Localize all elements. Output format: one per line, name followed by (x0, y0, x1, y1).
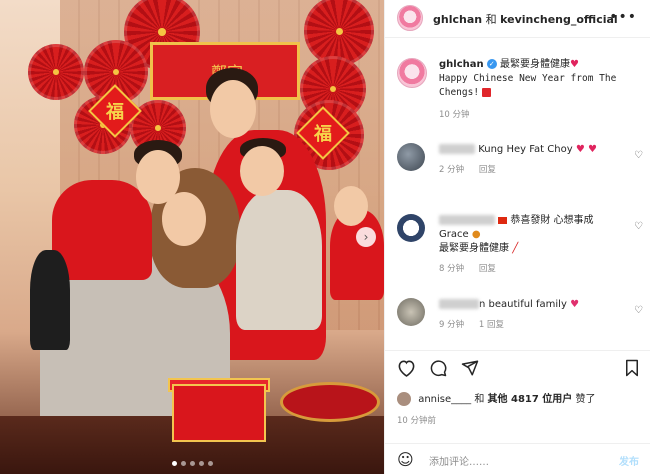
post-actions-bar (385, 350, 650, 384)
commenter-username-blurred[interactable] (439, 299, 479, 309)
commenter-username-blurred[interactable] (439, 215, 495, 225)
comment-time: 2 分钟 (439, 165, 465, 175)
post-caption: ghlchan ✓ 最緊要身體健康♥ Happy Chinese New Yea… (397, 58, 647, 122)
send-icon[interactable] (461, 359, 479, 377)
carousel-dot (180, 461, 186, 466)
post-photo[interactable]: 鄭宅 福 福 › (0, 0, 384, 474)
comment-item: n beautiful family ♥ 9 分钟 1 回复 ♡ (397, 298, 647, 332)
likes-count[interactable]: 其他 4817 位用户 (488, 394, 573, 405)
heart-emoji-icon: ♥ (570, 299, 580, 310)
tiger-emoji-icon: ● (471, 229, 481, 240)
comment-input[interactable]: 添加评论…… (429, 453, 489, 468)
comment-item: 恭喜發財 心想事成 Grace ● 最緊要身體健康 ╱ 8 分钟 回复 ♡ (397, 214, 647, 276)
candy-tray (280, 382, 380, 422)
caption-time: 10 分钟 (439, 110, 470, 120)
comment-text: Kung Hey Fat Choy (478, 144, 573, 155)
comment-time: 8 分钟 (439, 264, 465, 274)
post-side-panel: ghlchan 和 kevincheng_official ••• ghlcha… (384, 0, 650, 474)
red-heart-emoji-icon: ♥ (570, 59, 579, 70)
post-time: 10 分钟前 (397, 416, 437, 426)
red-heart-emoji-icon: ♥ (587, 144, 597, 155)
comment-like-heart-icon[interactable]: ♡ (634, 220, 643, 234)
gift-box (172, 384, 266, 442)
comment-text: beautiful family (488, 299, 567, 310)
author-avatar[interactable] (397, 5, 423, 31)
commenter-username-blurred[interactable] (439, 144, 475, 154)
commenter-avatar[interactable] (397, 214, 425, 242)
commenter-avatar[interactable] (397, 143, 425, 171)
red-heart-emoji-icon: ♥ (575, 144, 585, 155)
carousel-dots (0, 461, 384, 466)
reply-button[interactable]: 回复 (479, 264, 496, 274)
liker-avatar[interactable] (397, 392, 411, 406)
comment-text: 恭喜發財 心想事成 (510, 215, 594, 226)
comment-icon[interactable] (429, 359, 447, 377)
more-options-icon[interactable]: ••• (609, 9, 637, 25)
post-authors: ghlchan 和 kevincheng_official (433, 13, 618, 26)
child-left-face (136, 150, 180, 204)
add-comment-bar: ☺ 添加评论…… 发布 (385, 443, 650, 474)
verified-badge-icon: ✓ (486, 59, 497, 69)
heart-icon[interactable] (397, 359, 416, 377)
caption-text-cn: 最緊要身體健康 (500, 59, 570, 70)
coauthor-username[interactable]: kevincheng_official (500, 13, 618, 26)
carousel-dot (198, 461, 204, 466)
flag-emoji-icon (498, 216, 508, 224)
view-replies-button[interactable]: 1 回复 (479, 320, 504, 330)
post-header: ghlchan 和 kevincheng_official ••• (385, 0, 650, 38)
likes-summary: annise____ 和 其他 4817 位用户 赞了 (397, 390, 596, 406)
reply-button[interactable]: 回复 (479, 165, 496, 175)
comment-item: Kung Hey Fat Choy ♥ ♥ 2 分钟 回复 ♡ (397, 143, 647, 177)
carousel-dot (207, 461, 213, 466)
comment-like-heart-icon[interactable]: ♡ (634, 304, 643, 318)
comment-time: 9 分钟 (439, 320, 465, 330)
man-face (210, 80, 256, 138)
toddler-face (240, 146, 284, 196)
liker-username[interactable]: annise____ (418, 394, 471, 405)
red-envelope-emoji-icon (482, 87, 492, 97)
commenter-avatar[interactable] (397, 298, 425, 326)
child-left-figure (52, 180, 152, 280)
paper-fan-decoration (28, 44, 84, 100)
comment-like-heart-icon[interactable]: ♡ (634, 149, 643, 163)
carousel-dot (189, 461, 195, 466)
smiley-emoji-icon[interactable]: ☺ (397, 450, 414, 469)
caption-text-en: Happy Chinese New Year from The Chengs! (439, 73, 617, 98)
firecracker-emoji-icon: ╱ (512, 243, 519, 254)
post-comment-button[interactable]: 发布 (619, 453, 639, 468)
caption-username[interactable]: ghlchan (439, 59, 484, 70)
next-image-button[interactable]: › (356, 227, 376, 247)
caption-avatar[interactable] (397, 58, 427, 88)
author-username[interactable]: ghlchan (433, 13, 482, 26)
bookmark-icon[interactable] (625, 359, 639, 377)
carousel-dot (171, 461, 177, 466)
toddler-figure (236, 190, 322, 330)
